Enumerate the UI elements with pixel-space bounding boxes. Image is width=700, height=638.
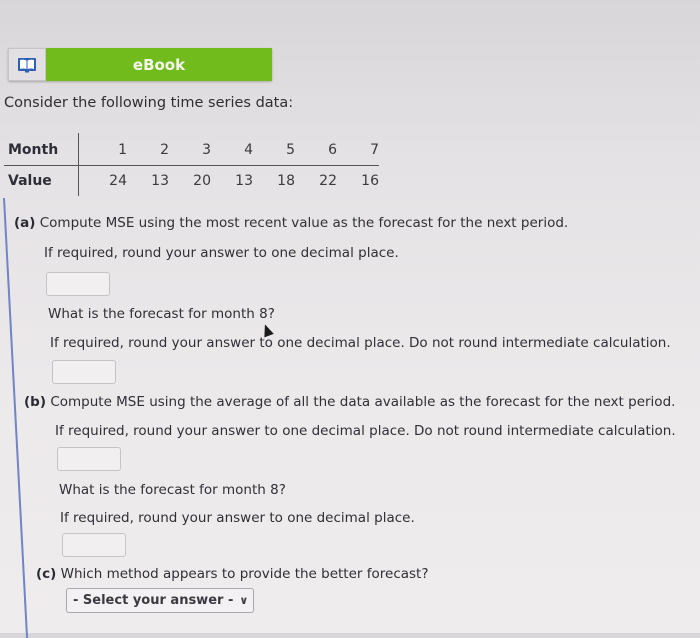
part-b-question-text: Compute MSE using the average of all the… (50, 394, 676, 410)
month-cell: 5 (253, 133, 295, 166)
ebook-label[interactable]: eBook (46, 48, 272, 81)
part-a-mse-input[interactable] (46, 272, 110, 296)
value-cell: 18 (277, 173, 295, 189)
part-a-followup-instruction: If required, round your answer to one de… (50, 335, 671, 351)
month-cell: 4 (211, 133, 253, 166)
month-cell: 2 (127, 133, 169, 166)
ebook-icon-box[interactable] (8, 48, 46, 81)
part-a-question-text: Compute MSE using the most recent value … (39, 215, 569, 231)
better-method-select[interactable]: - Select your answer - ∨ (66, 588, 254, 613)
month-cell: 1 (78, 133, 127, 166)
part-a-label: (a) (14, 215, 36, 231)
part-b-followup-question: What is the forecast for month 8? (59, 482, 286, 498)
chevron-down-icon: ∨ (239, 594, 249, 607)
part-a-forecast-input[interactable] (52, 360, 116, 384)
value-cell: 22 (319, 173, 337, 189)
part-b-label: (b) (24, 394, 47, 410)
table-row-month: Month 1 2 3 4 5 6 7 (4, 133, 379, 166)
book-icon (18, 57, 36, 72)
row-header-month: Month (4, 133, 79, 166)
month-cell: 7 (337, 133, 379, 166)
part-b-mse-input[interactable] (57, 447, 121, 471)
value-cell: 16 (361, 173, 379, 189)
table-row-value: Value 24 13 20 13 18 22 16 (4, 165, 379, 196)
part-b-forecast-input[interactable] (62, 533, 126, 557)
question-left-rule (3, 198, 29, 638)
month-cell: 6 (295, 133, 337, 166)
value-cell: 20 (193, 173, 211, 189)
part-b-instruction: If required, round your answer to one de… (55, 423, 676, 439)
intro-text: Consider the following time series data: (4, 95, 294, 111)
part-a-followup-question: What is the forecast for month 8? (48, 306, 275, 322)
part-a-question: (a) Compute MSE using the most recent va… (14, 215, 568, 231)
part-c-question: (c) Which method appears to provide the … (36, 566, 429, 582)
part-c-label: (c) (36, 566, 57, 582)
ebook-button[interactable]: eBook (8, 48, 272, 81)
value-cell: 13 (235, 173, 253, 189)
value-cell: 24 (109, 173, 127, 189)
month-cell: 3 (169, 133, 211, 166)
part-c-question-text: Which method appears to provide the bett… (60, 566, 429, 582)
part-b-question: (b) Compute MSE using the average of all… (24, 394, 675, 410)
value-cell: 13 (151, 173, 169, 189)
part-b-followup-instruction: If required, round your answer to one de… (60, 510, 415, 526)
select-value: - Select your answer - (73, 593, 234, 608)
row-header-value: Value (4, 165, 79, 196)
part-a-instruction: If required, round your answer to one de… (44, 245, 399, 261)
time-series-table: Month 1 2 3 4 5 6 7 Value 24 13 20 13 18… (4, 133, 379, 196)
